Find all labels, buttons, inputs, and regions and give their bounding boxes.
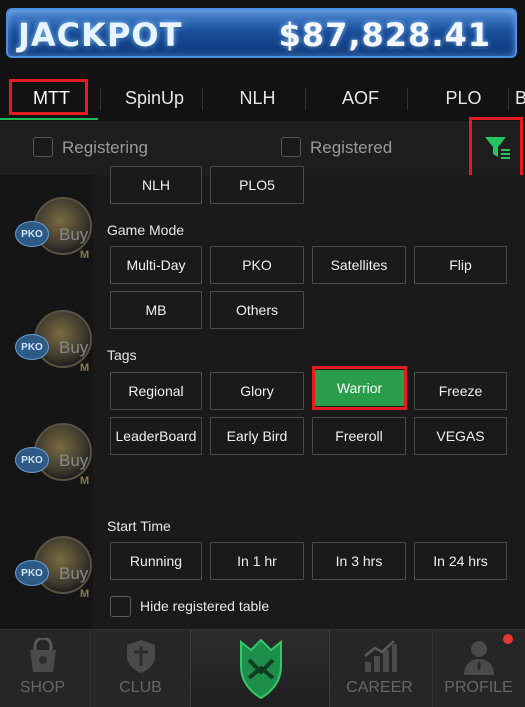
filter-button-highlight: [469, 117, 523, 179]
pko-badge: PKO: [15, 560, 49, 586]
tab-aof[interactable]: AOF: [309, 76, 412, 120]
game-mode-header: Game Mode: [107, 222, 185, 238]
pko-badge: PKO: [15, 447, 49, 473]
registered-checkbox[interactable]: [281, 137, 301, 157]
start-in-24-hrs[interactable]: In 24 hrs: [414, 542, 507, 580]
m-badge: M: [80, 588, 90, 600]
club-shield-icon: [126, 640, 155, 673]
tab-more[interactable]: B: [515, 76, 525, 120]
notification-dot: [503, 634, 513, 644]
tag-vegas[interactable]: VEGAS: [414, 417, 507, 455]
tag-freeze[interactable]: Freeze: [414, 372, 507, 410]
tab-divider: [202, 88, 203, 110]
nav-shop-label: SHOP: [19, 679, 66, 696]
list-item[interactable]: PKO Buy M: [0, 195, 100, 295]
tag-glory[interactable]: Glory: [210, 372, 304, 410]
tags-header: Tags: [107, 347, 137, 363]
tab-divider: [100, 88, 101, 110]
m-badge: M: [80, 362, 90, 374]
option-mb[interactable]: MB: [110, 291, 202, 329]
profile-person-icon: [463, 641, 494, 675]
pko-badge: PKO: [15, 221, 49, 247]
start-in-1-hr[interactable]: In 1 hr: [210, 542, 304, 580]
hide-registered-checkbox[interactable]: [110, 596, 131, 617]
list-item[interactable]: PKO Buy M: [0, 308, 100, 408]
registering-label: Registering: [62, 138, 148, 157]
hide-registered-label: Hide registered table: [140, 598, 270, 614]
option-satellites[interactable]: Satellites: [312, 246, 406, 284]
tab-spinup[interactable]: SpinUp: [103, 76, 206, 120]
nav-career[interactable]: CAREER: [337, 630, 422, 707]
tag-regional[interactable]: Regional: [110, 372, 202, 410]
nav-club[interactable]: CLUB: [98, 630, 183, 707]
nav-profile-label: PROFILE: [444, 679, 513, 696]
tab-divider: [508, 88, 509, 110]
start-running[interactable]: Running: [110, 542, 202, 580]
jackpot-banner: JACKPOT $87,828.41: [6, 8, 517, 58]
tab-plo[interactable]: PLO: [412, 76, 515, 120]
nav-shop[interactable]: SHOP: [0, 630, 85, 707]
option-nlh[interactable]: NLH: [110, 166, 202, 204]
option-multi-day[interactable]: Multi-Day: [110, 246, 202, 284]
nav-divider: [90, 630, 91, 707]
buy-label: Buy: [59, 338, 89, 357]
start-in-3-hrs[interactable]: In 3 hrs: [312, 542, 406, 580]
tab-nlh[interactable]: NLH: [206, 76, 309, 120]
tag-leaderboard[interactable]: LeaderBoard: [110, 417, 202, 455]
option-others[interactable]: Others: [210, 291, 304, 329]
game-type-tabs: MTT SpinUp NLH AOF PLO B: [0, 76, 525, 120]
nav-club-label: CLUB: [119, 679, 162, 696]
nav-career-label: CAREER: [346, 679, 413, 696]
jackpot-title: JACKPOT: [18, 16, 183, 54]
tab-divider: [407, 88, 408, 110]
option-flip[interactable]: Flip: [414, 246, 507, 284]
registering-checkbox[interactable]: [33, 137, 53, 157]
tag-early-bird[interactable]: Early Bird: [210, 417, 304, 455]
option-pko[interactable]: PKO: [210, 246, 304, 284]
pko-badge: PKO: [15, 334, 49, 360]
registered-label: Registered: [310, 138, 393, 157]
tag-freeroll[interactable]: Freeroll: [312, 417, 406, 455]
list-item[interactable]: PKO Buy M: [0, 421, 100, 521]
list-item[interactable]: PKO Buy M: [0, 534, 100, 634]
option-plo5[interactable]: PLO5: [210, 166, 304, 204]
m-badge: M: [80, 475, 90, 487]
buy-label: Buy: [59, 451, 89, 470]
buy-label: Buy: [59, 225, 89, 244]
shopping-bag-icon: [29, 638, 56, 672]
nav-home[interactable]: [190, 630, 330, 707]
crown-shield-logo-icon: [240, 638, 282, 700]
tab-divider: [305, 88, 306, 110]
buy-label: Buy: [59, 564, 89, 583]
nav-divider: [432, 630, 433, 707]
warrior-tag-highlight: [312, 366, 407, 410]
bottom-nav: SHOP CLUB CAREER PROFILE: [0, 629, 525, 707]
jackpot-amount: $87,828.41: [278, 16, 491, 54]
career-chart-icon: [363, 640, 397, 672]
tab-mtt[interactable]: MTT: [0, 76, 103, 120]
m-badge: M: [80, 249, 90, 261]
start-time-header: Start Time: [107, 518, 171, 534]
